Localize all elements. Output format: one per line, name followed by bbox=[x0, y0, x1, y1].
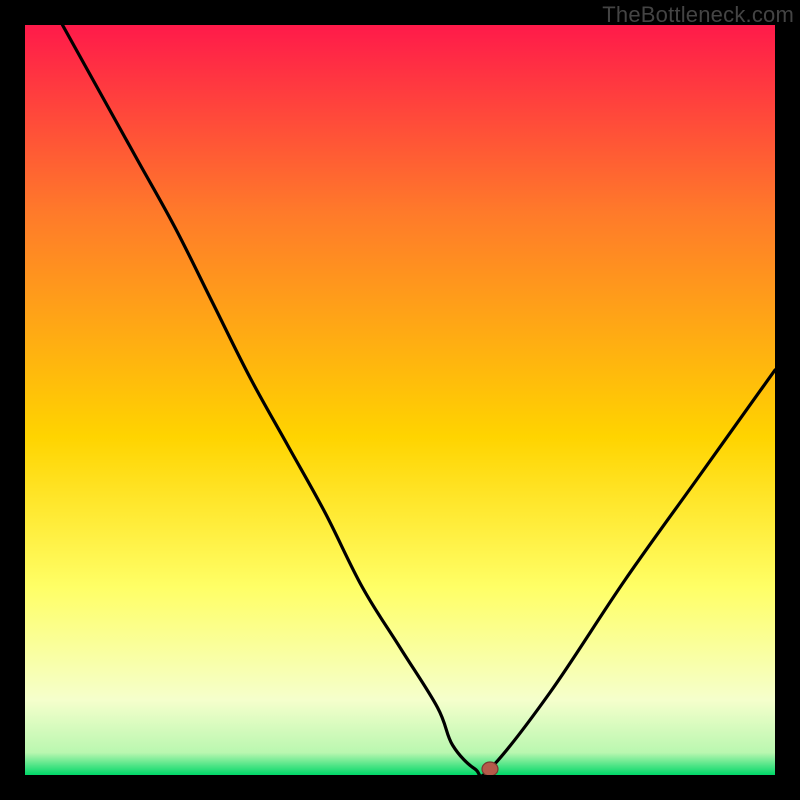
bottleneck-curve bbox=[63, 25, 776, 775]
plot-area bbox=[25, 25, 775, 775]
chart-frame: { "watermark": "TheBottleneck.com", "col… bbox=[0, 0, 800, 800]
optimum-marker bbox=[482, 762, 498, 775]
watermark-text: TheBottleneck.com bbox=[602, 2, 794, 28]
curve-layer bbox=[25, 25, 775, 775]
